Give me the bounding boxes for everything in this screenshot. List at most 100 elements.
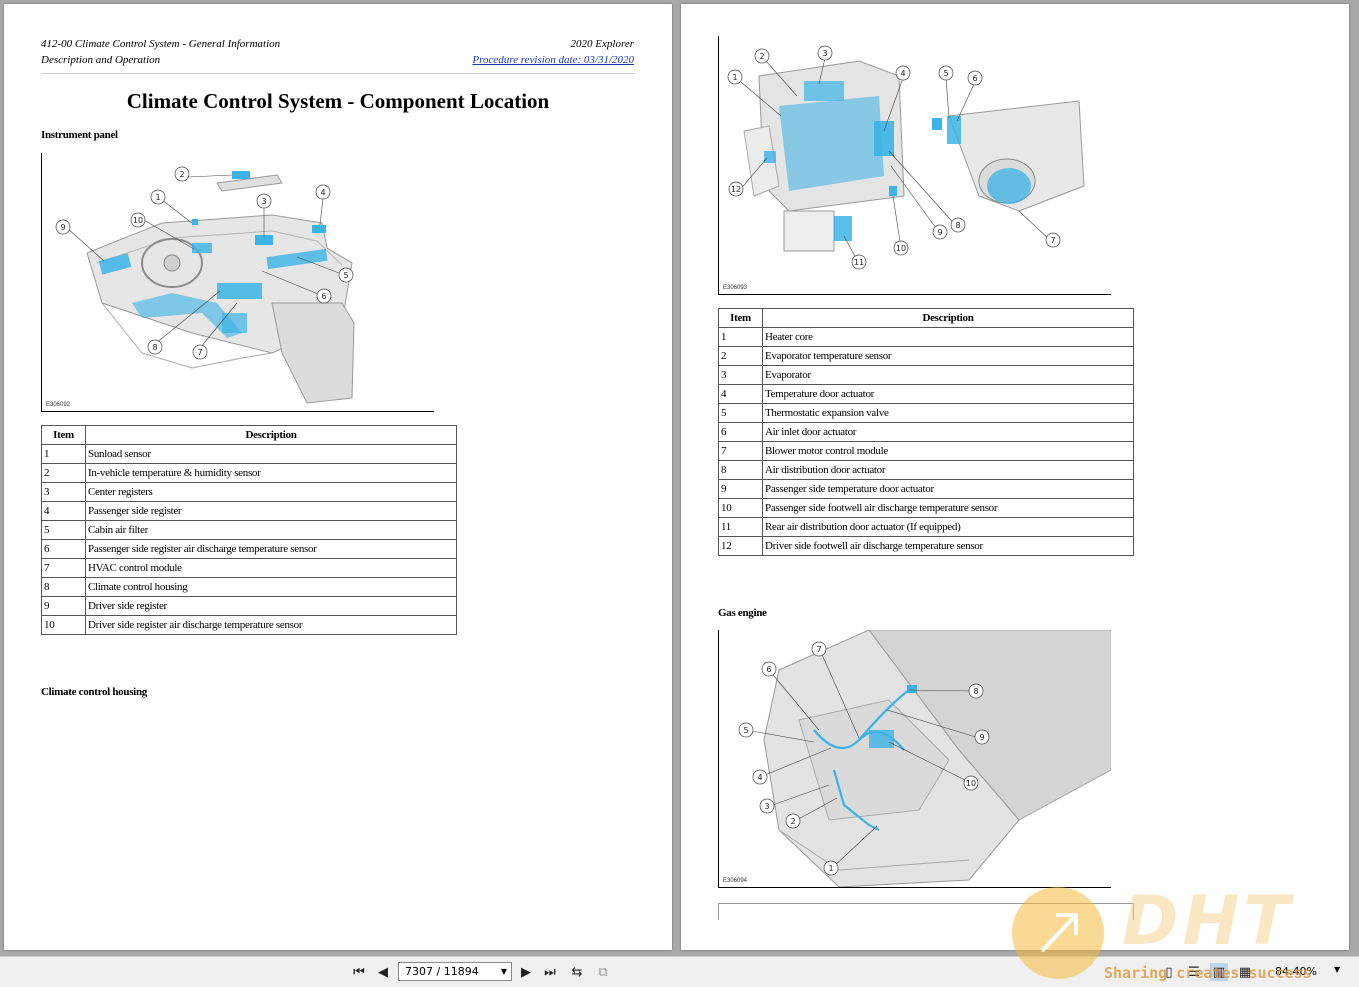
item-description: In-vehicle temperature & humidity sensor — [85, 463, 457, 483]
svg-text:5: 5 — [743, 726, 748, 735]
callout-9: 9 — [55, 219, 71, 235]
instrument-panel-legend-table: Item Description 1 Sunload sensor 2 In-vehi… — [41, 425, 457, 635]
two-page-continuous-icon[interactable]: ▦ — [1236, 963, 1254, 981]
callout-6: 6 — [967, 70, 983, 86]
svg-text:9: 9 — [937, 228, 942, 237]
section-heading-gas-engine: Gas engine — [718, 607, 767, 619]
table-row: 5 Cabin air filter — [41, 520, 457, 540]
table-row: 7 Blower motor control module — [718, 441, 1134, 461]
item-number: 8 — [41, 577, 86, 597]
callout-5: 5 — [738, 722, 754, 738]
svg-text:5: 5 — [343, 271, 348, 280]
item-description: Climate control housing — [85, 577, 457, 597]
svg-text:9: 9 — [60, 223, 65, 232]
item-number: 1 — [41, 444, 86, 464]
header-section-title: 412-00 Climate Control System - General … — [41, 38, 281, 50]
item-description: Heater core — [762, 327, 1134, 347]
item-number: 10 — [41, 615, 86, 635]
page-title: Climate Control System - Component Locat… — [126, 89, 550, 113]
callout-10: 10 — [130, 212, 146, 228]
svg-text:7: 7 — [197, 348, 202, 357]
item-number: 8 — [718, 460, 763, 480]
svg-text:1: 1 — [732, 73, 737, 82]
callout-9: 9 — [974, 729, 990, 745]
next-page-icon[interactable]: ▶ — [517, 963, 535, 981]
table-row: 8 Climate control housing — [41, 577, 457, 597]
item-number: 7 — [718, 441, 763, 461]
callout-3: 3 — [759, 798, 775, 814]
table-row: 10 Driver side register air discharge tem… — [41, 615, 457, 635]
item-number: 3 — [718, 365, 763, 385]
item-description: Air inlet door actuator — [762, 422, 1134, 442]
prev-page-icon[interactable]: ◀ — [374, 963, 392, 981]
svg-text:4: 4 — [320, 188, 325, 197]
svg-text:4: 4 — [900, 69, 905, 78]
document-page-right: 1 2 3 4 5 6 7 8 9 10 11 12 E306093 Item … — [681, 4, 1349, 950]
section-heading-climate-control-housing: Climate control housing — [41, 686, 147, 698]
item-description: Evaporator temperature sensor — [762, 346, 1134, 366]
climate-control-housing-legend-table: Item Description 1 Heater core 2 Evaporator… — [718, 308, 1134, 556]
callout-7: 7 — [192, 344, 208, 360]
item-number: 9 — [41, 596, 86, 616]
table-row: 7 HVAC control module — [41, 558, 457, 578]
section-heading-instrument-panel: Instrument panel — [41, 129, 118, 141]
chevron-down-icon[interactable]: ▼ — [501, 963, 507, 980]
item-number: 6 — [41, 539, 86, 559]
callout-5: 5 — [938, 65, 954, 81]
rotate-icon[interactable]: ⇆ — [568, 963, 586, 981]
item-description: Air distribution door actuator — [762, 460, 1134, 480]
table-row: 8 Air distribution door actuator — [718, 460, 1134, 480]
item-description: Passenger side footwell air discharge te… — [762, 498, 1134, 518]
two-page-icon[interactable]: ▥ — [1210, 963, 1228, 981]
table-row: 2 Evaporator temperature sensor — [718, 346, 1134, 366]
first-page-icon[interactable]: ⏮ — [350, 963, 368, 981]
item-number: 4 — [41, 501, 86, 521]
continuous-icon[interactable]: ☰ — [1185, 963, 1203, 981]
single-page-icon[interactable]: ▯ — [1160, 963, 1178, 981]
callout-5: 5 — [338, 267, 354, 283]
zoom-level[interactable]: 84.40% — [1275, 965, 1317, 978]
export-icon[interactable]: ⧉ — [594, 963, 612, 981]
item-description: Center registers — [85, 482, 457, 502]
climate-control-housing-illustration: 1 2 3 4 5 6 7 8 9 10 11 12 — [727, 45, 1085, 270]
callout-2: 2 — [754, 48, 770, 64]
table-row: 2 In-vehicle temperature & humidity senso… — [41, 463, 457, 483]
svg-text:6: 6 — [321, 292, 326, 301]
legend-table-body: 1 Sunload sensor 2 In-vehicle temperature &… — [41, 444, 457, 635]
table-row: 6 Passenger side register air discharge t… — [41, 539, 457, 559]
item-number: 4 — [718, 384, 763, 404]
svg-text:1: 1 — [828, 864, 833, 873]
table-row: 3 Evaporator — [718, 365, 1134, 385]
svg-text:9: 9 — [979, 733, 984, 742]
item-number: 1 — [718, 327, 763, 347]
item-number: 5 — [41, 520, 86, 540]
item-number: 5 — [718, 403, 763, 423]
item-description: Rear air distribution door actuator (If … — [762, 517, 1134, 537]
figure-id-label: E306092 — [46, 402, 71, 408]
table-row: 1 Heater core — [718, 327, 1134, 347]
document-page-left: 412-00 Climate Control System - General … — [4, 4, 672, 950]
callout-1: 1 — [823, 860, 839, 876]
figure-id-label: E306094 — [723, 878, 748, 884]
callout-2: 2 — [174, 166, 190, 182]
page-indicator-text: 7307 / 11894 — [405, 965, 479, 978]
page-number-input[interactable]: 7307 / 11894 ▼ — [398, 962, 512, 981]
svg-text:10: 10 — [133, 216, 143, 225]
procedure-revision-link[interactable]: Procedure revision date: 03/31/2020 — [472, 54, 634, 66]
last-page-icon[interactable]: ⏭ — [541, 963, 559, 981]
climate-control-housing-figure: 1 2 3 4 5 6 7 8 9 10 11 12 E306093 — [718, 36, 1111, 295]
svg-text:10: 10 — [896, 244, 906, 253]
callout-11: 11 — [851, 254, 867, 270]
svg-text:2: 2 — [790, 817, 795, 826]
callout-10: 10 — [963, 775, 979, 791]
figure-id-label: E306093 — [723, 285, 748, 291]
callout-6: 6 — [761, 661, 777, 677]
callout-8: 8 — [950, 217, 966, 233]
table-row: 10 Passenger side footwell air discharge … — [718, 498, 1134, 518]
zoom-dropdown-icon[interactable]: ▼ — [1334, 965, 1340, 974]
callout-1: 1 — [727, 69, 743, 85]
svg-text:10: 10 — [966, 779, 976, 788]
item-number: 10 — [718, 498, 763, 518]
item-number: 7 — [41, 558, 86, 578]
table-row: 12 Driver side footwell air discharge tem… — [718, 536, 1134, 556]
